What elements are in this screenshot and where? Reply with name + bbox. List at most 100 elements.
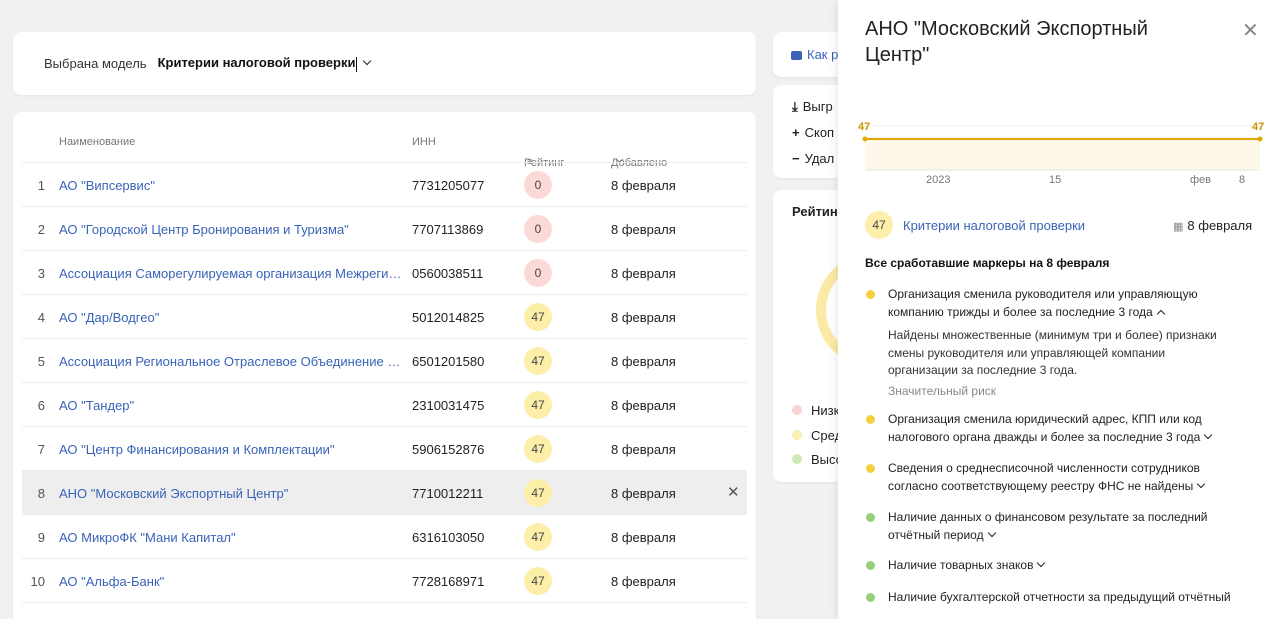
row-number: 5 <box>37 354 45 369</box>
export-label: Выгр <box>802 99 833 114</box>
chevron-down-icon <box>1037 558 1046 568</box>
added-date: 8 февраля <box>611 310 676 325</box>
chart-label-start: 47 <box>858 121 870 133</box>
company-link[interactable]: Ассоциация Саморегулируемая организация … <box>59 266 406 281</box>
row-number: 9 <box>37 530 45 545</box>
how-to-card[interactable]: Как р <box>773 32 843 77</box>
chart-area <box>865 137 1260 170</box>
table-row[interactable]: 3 Ассоциация Саморегулируемая организаци… <box>22 250 747 294</box>
inn-value: 7707113869 <box>412 222 484 237</box>
company-link[interactable]: АО МикроФК "Мани Капитал" <box>59 530 406 545</box>
plus-icon: + <box>792 125 800 140</box>
model-label: Выбрана модель <box>44 56 147 71</box>
chevron-down-icon <box>1204 430 1213 439</box>
delete-button[interactable]: − Удал <box>792 151 834 166</box>
chevron-up-icon <box>1156 309 1165 318</box>
table-row[interactable]: 6 АО "Тандер" 2310031475 47 8 февраля <box>22 382 747 426</box>
company-link[interactable]: АО "Дар/Водгео" <box>59 310 406 325</box>
added-date: 8 февраля <box>611 574 676 589</box>
marker-item[interactable]: Наличие бухгалтерской отчетности за пред… <box>865 589 1235 607</box>
marker-toggle[interactable]: Организация сменила руководителя или упр… <box>888 286 1235 321</box>
how-to-link[interactable]: Как р <box>791 47 838 62</box>
rating-card-title: Рейтин <box>792 204 838 219</box>
marker-dot-green <box>866 513 875 522</box>
company-link[interactable]: АО "Городской Центр Бронирования и Туриз… <box>59 222 406 237</box>
minus-icon: − <box>792 151 800 166</box>
export-button[interactable]: ⤓ Выгр <box>792 99 833 115</box>
table-row[interactable]: 7 АО "Центр Финансирования и Комплектаци… <box>22 426 747 470</box>
row-number: 4 <box>37 310 45 325</box>
table-row <box>22 602 747 619</box>
table-row[interactable]: 10 АО "Альфа-Банк" 7728168971 47 8 февра… <box>22 558 747 602</box>
model-value: Критерии налоговой проверки <box>157 55 356 71</box>
marker-item[interactable]: Организация сменила юридический адрес, К… <box>865 411 1235 446</box>
close-icon[interactable]: ✕ <box>1242 18 1259 43</box>
added-date: 8 февраля <box>611 266 676 281</box>
text-cursor <box>356 56 358 72</box>
company-link[interactable]: АНО "Московский Экспортный Центр" <box>59 486 406 501</box>
company-detail-panel: АНО "Московский Экспортный Центр" ✕ 47 4… <box>838 0 1280 619</box>
marker-item[interactable]: Сведения о среднесписочной численности с… <box>865 460 1235 495</box>
rating-badge: 0 <box>524 215 552 243</box>
added-date: 8 февраля <box>611 530 676 545</box>
added-date: 8 февраля <box>611 222 676 237</box>
rating-badge: 47 <box>524 435 552 463</box>
rating-badge: 0 <box>524 259 552 287</box>
rating-history-chart: 47 47 2023 15 фев 8 <box>858 121 1264 186</box>
inn-value: 5906152876 <box>412 442 485 457</box>
table-row-selected[interactable]: 8 АНО "Московский Экспортный Центр" 7710… <box>22 470 747 514</box>
marker-dot-yellow <box>866 290 875 299</box>
chart-tick: 2023 <box>926 174 950 186</box>
rating-badge: 0 <box>524 171 552 199</box>
company-link[interactable]: АО "Випсервис" <box>59 178 406 193</box>
legend-dot-high <box>792 454 802 464</box>
chevron-down-icon <box>363 57 372 66</box>
rating-badge: 47 <box>524 303 552 331</box>
marker-risk: Значительный риск <box>888 383 997 398</box>
table-row[interactable]: 2 АО "Городской Центр Бронирования и Тур… <box>22 206 747 250</box>
inn-value: 0560038511 <box>412 266 484 281</box>
marker-item[interactable]: Наличие данных о финансовом результате з… <box>865 509 1235 544</box>
marker-dot-yellow <box>866 415 875 424</box>
delete-label: Удал <box>804 151 835 166</box>
score-badge: 47 <box>865 211 893 239</box>
table-row[interactable]: 4 АО "Дар/Водгео" 5012014825 47 8 феврал… <box>22 294 747 338</box>
marker-text: Организация сменила юридический адрес, К… <box>888 412 1202 444</box>
added-date: 8 февраля <box>611 442 676 457</box>
panel-title: АНО "Московский Экспортный Центр" <box>865 18 1148 66</box>
rating-badge: 47 <box>524 391 552 419</box>
inn-value: 7731205077 <box>412 178 485 193</box>
model-link[interactable]: Критерии налоговой проверки <box>903 218 1085 233</box>
table-row[interactable]: 1 АО "Випсервис" 7731205077 0 8 февраля <box>22 162 747 206</box>
inn-value: 5012014825 <box>412 310 485 325</box>
row-number: 6 <box>37 398 45 413</box>
marker-text: Наличие бухгалтерской отчетности за пред… <box>888 590 1231 604</box>
inn-value: 7728168971 <box>412 574 485 589</box>
close-icon[interactable]: ✕ <box>727 483 740 501</box>
download-icon: ⤓ <box>792 99 798 114</box>
company-link[interactable]: Ассоциация Региональное Отраслевое Объед… <box>59 354 406 369</box>
chart-point-end <box>1257 136 1263 142</box>
actions-card: ⤓ Выгр + Скоп − Удал <box>773 85 843 178</box>
legend-dot-mid <box>792 430 802 440</box>
marker-text: Организация сменила руководителя или упр… <box>888 287 1198 319</box>
company-link[interactable]: АО "Альфа-Банк" <box>59 574 406 589</box>
company-link[interactable]: АО "Центр Финансирования и Комплектации" <box>59 442 406 457</box>
calendar-icon: ▦ <box>1173 221 1184 233</box>
added-date: 8 февраля <box>611 486 676 501</box>
table-row[interactable]: 5 Ассоциация Региональное Отраслевое Объ… <box>22 338 747 382</box>
table-row[interactable]: 9 АО МикроФК "Мани Капитал" 6316103050 4… <box>22 514 747 558</box>
markers-title: Все сработавшие маркеры на 8 февраля <box>865 256 1110 270</box>
inn-value: 7710012211 <box>412 486 484 501</box>
company-link[interactable]: АО "Тандер" <box>59 398 406 413</box>
model-dropdown[interactable]: Критерии налоговой проверки <box>157 55 372 72</box>
row-number: 1 <box>37 178 45 193</box>
column-inn[interactable]: ИНН <box>412 136 436 148</box>
copy-button[interactable]: + Скоп <box>792 125 834 140</box>
chart-tick: 8 <box>1239 174 1245 186</box>
marker-item[interactable]: Наличие товарных знаков <box>865 557 1235 575</box>
column-name[interactable]: Наименование <box>59 136 135 148</box>
chevron-down-icon <box>1197 479 1206 488</box>
legend-low: Низк <box>811 403 840 418</box>
added-date: 8 февраля <box>611 354 676 369</box>
